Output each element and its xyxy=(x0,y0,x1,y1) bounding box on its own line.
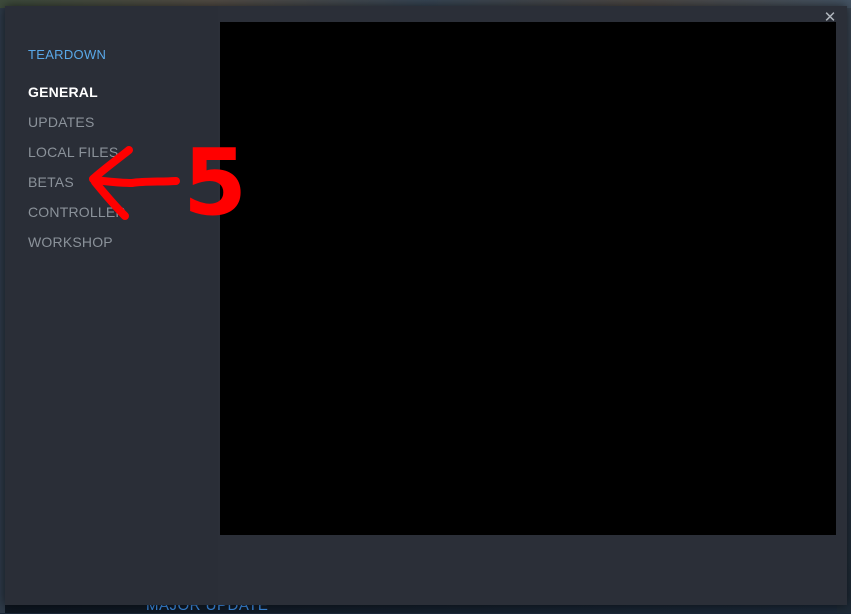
menu-item-general[interactable]: GENERAL xyxy=(28,82,126,112)
properties-dialog: TEARDOWN GENERAL UPDATES LOCAL FILES BET… xyxy=(5,6,847,605)
menu-item-local-files[interactable]: LOCAL FILES xyxy=(28,142,126,172)
menu-item-workshop[interactable]: WORKSHOP xyxy=(28,232,126,262)
menu-item-updates[interactable]: UPDATES xyxy=(28,112,126,142)
close-icon[interactable]: ✕ xyxy=(822,10,838,26)
app-title: TEARDOWN xyxy=(28,47,107,62)
menu-item-controller[interactable]: CONTROLLER xyxy=(28,202,126,232)
properties-content: ✕ xyxy=(218,6,847,605)
content-panel-black xyxy=(220,22,836,535)
properties-menu: GENERAL UPDATES LOCAL FILES BETAS CONTRO… xyxy=(28,82,126,262)
menu-item-betas[interactable]: BETAS xyxy=(28,172,126,202)
properties-sidebar: TEARDOWN GENERAL UPDATES LOCAL FILES BET… xyxy=(5,6,218,605)
